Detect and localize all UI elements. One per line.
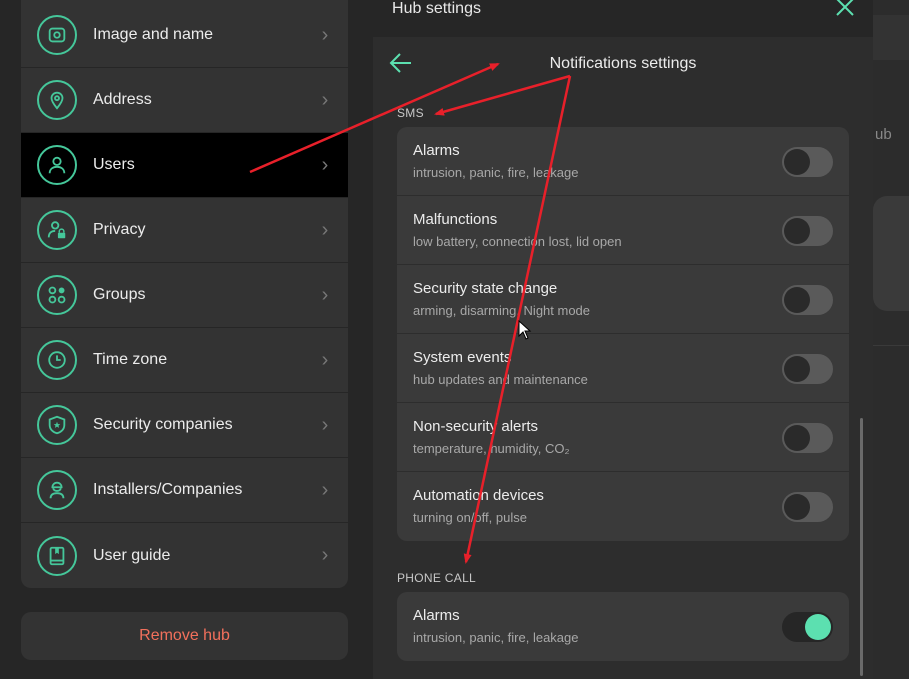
panel-header: Notifications settings — [373, 37, 873, 92]
close-button[interactable] — [830, 0, 860, 20]
sms-system-events-toggle[interactable] — [782, 354, 833, 384]
row-title: Alarms — [413, 607, 460, 624]
shield-star-icon — [37, 405, 77, 445]
menu-item-label: Security companies — [93, 416, 233, 433]
hub-settings-modal: Hub settings Image and name › Address › … — [0, 0, 873, 679]
chevron-right-icon: › — [321, 218, 329, 241]
row-title: Non-security alerts — [413, 418, 539, 435]
sms-malfunctions-toggle[interactable] — [782, 216, 833, 246]
background-tab — [873, 15, 909, 60]
phone-alarms-toggle[interactable] — [782, 612, 833, 642]
remove-hub-button[interactable]: Remove hub — [21, 612, 348, 660]
toggle-knob — [784, 149, 810, 175]
row-subtitle: arming, disarming, Night mode — [413, 303, 591, 318]
sms-row-malfunctions: Malfunctions low battery, connection los… — [397, 196, 849, 265]
book-icon — [37, 535, 77, 576]
menu-item-label: Installers/Companies — [93, 481, 243, 498]
menu-item-address[interactable]: Address › — [21, 68, 348, 133]
background-divider — [873, 345, 909, 346]
chevron-right-icon: › — [321, 23, 329, 46]
sms-row-automation-devices: Automation devices turning on/off, pulse — [397, 472, 849, 541]
background-app: ub — [873, 0, 909, 679]
sms-row-alarms: Alarms intrusion, panic, fire, leakage — [397, 127, 849, 196]
menu-item-groups[interactable]: Groups › — [21, 263, 348, 328]
close-icon — [836, 0, 854, 16]
notifications-panel: Notifications settings SMS Alarms intrus… — [373, 37, 873, 679]
toggle-knob — [784, 287, 810, 313]
row-title: Security state change — [413, 280, 558, 297]
toggle-knob — [805, 614, 831, 640]
row-title: System events — [413, 349, 512, 366]
toggle-knob — [784, 356, 810, 382]
sms-row-security-state-change: Security state change arming, disarming,… — [397, 265, 849, 334]
menu-item-label: Address — [93, 91, 152, 108]
mouse-cursor-icon — [518, 320, 532, 340]
toggle-knob — [784, 218, 810, 244]
chevron-right-icon: › — [321, 283, 329, 306]
settings-menu: Image and name › Address › Users › Priva… — [21, 0, 348, 588]
chevron-right-icon: › — [321, 88, 329, 111]
menu-item-users[interactable]: Users › — [21, 133, 348, 198]
sms-non-security-toggle[interactable] — [782, 423, 833, 453]
row-subtitle: intrusion, panic, fire, leakage — [413, 630, 579, 645]
menu-item-label: Groups — [93, 286, 146, 303]
menu-item-time-zone[interactable]: Time zone › — [21, 328, 348, 393]
location-pin-icon — [37, 80, 77, 120]
section-label-phone-call: PHONE CALL — [397, 571, 477, 585]
menu-item-label: Image and name — [93, 26, 214, 43]
chevron-right-icon: › — [321, 544, 329, 566]
menu-item-label: Users — [93, 156, 135, 173]
groups-icon — [37, 275, 77, 315]
row-subtitle: low battery, connection lost, lid open — [413, 234, 622, 249]
phone-call-settings-card: Alarms intrusion, panic, fire, leakage — [397, 592, 849, 661]
row-subtitle: temperature, humidity, CO₂ — [413, 441, 570, 456]
clock-icon — [37, 340, 77, 380]
sms-alarms-toggle[interactable] — [782, 147, 833, 177]
installer-icon — [37, 470, 77, 510]
sms-automation-toggle[interactable] — [782, 492, 833, 522]
panel-title-text: Notifications settings — [549, 55, 697, 72]
menu-item-privacy[interactable]: Privacy › — [21, 198, 348, 263]
menu-item-label: Privacy — [93, 221, 146, 238]
background-card — [873, 196, 909, 311]
user-lock-icon — [37, 210, 77, 250]
chevron-right-icon: › — [321, 478, 329, 501]
sms-row-non-security-alerts: Non-security alerts temperature, humidit… — [397, 403, 849, 472]
panel-title: Notifications settings — [373, 55, 873, 73]
row-subtitle: hub updates and maintenance — [413, 372, 588, 387]
phone-row-alarms: Alarms intrusion, panic, fire, leakage — [397, 592, 849, 661]
row-title: Alarms — [413, 142, 460, 159]
row-title: Automation devices — [413, 487, 544, 504]
image-icon — [37, 15, 77, 55]
chevron-right-icon: › — [321, 413, 329, 436]
sms-row-system-events: System events hub updates and maintenanc… — [397, 334, 849, 403]
menu-item-label: Time zone — [93, 351, 168, 368]
sms-settings-card: Alarms intrusion, panic, fire, leakage M… — [397, 127, 849, 541]
row-subtitle: turning on/off, pulse — [413, 510, 527, 525]
menu-item-user-guide[interactable]: User guide › — [21, 523, 348, 588]
scrollbar[interactable] — [860, 418, 863, 676]
chevron-right-icon: › — [321, 348, 329, 371]
sms-security-state-toggle[interactable] — [782, 285, 833, 315]
row-subtitle: intrusion, panic, fire, leakage — [413, 165, 579, 180]
toggle-knob — [784, 425, 810, 451]
menu-item-security-companies[interactable]: Security companies › — [21, 393, 348, 458]
user-icon — [37, 145, 77, 185]
menu-item-image-and-name[interactable]: Image and name › — [21, 3, 348, 68]
menu-item-installers-companies[interactable]: Installers/Companies › — [21, 458, 348, 523]
background-text: ub — [875, 126, 892, 143]
chevron-right-icon: › — [321, 153, 329, 176]
section-label-sms: SMS — [397, 106, 424, 120]
menu-item-label: User guide — [93, 546, 171, 564]
toggle-knob — [784, 494, 810, 520]
row-title: Malfunctions — [413, 211, 498, 228]
